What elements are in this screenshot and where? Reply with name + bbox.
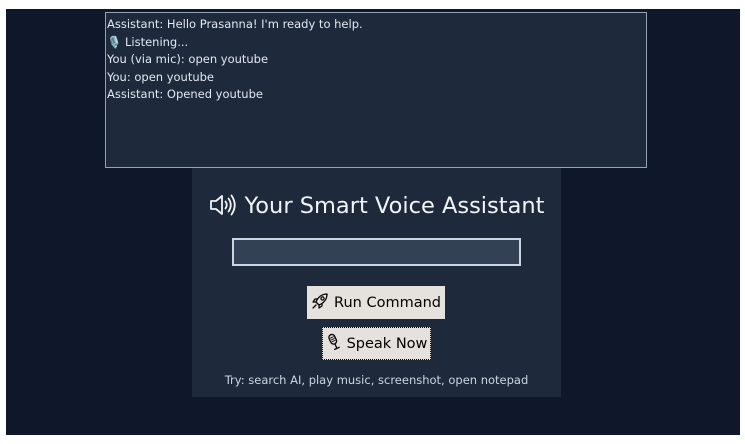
- hint-text: Try: search AI, play music, screenshot, …: [224, 373, 529, 387]
- log-line: 🎙️ Listening...: [107, 34, 189, 49]
- page-title-text: Your Smart Voice Assistant: [244, 193, 545, 219]
- conversation-log[interactable]: Assistant: Hello Prasanna! I'm ready to …: [105, 12, 647, 168]
- log-line: You: open youtube: [107, 69, 215, 84]
- run-command-label: Run Command: [334, 294, 441, 311]
- rocket-icon: [311, 292, 329, 314]
- log-line: Assistant: Hello Prasanna! I'm ready to …: [107, 17, 363, 31]
- speak-now-button[interactable]: Speak Now: [322, 327, 431, 360]
- app-window: Assistant: Hello Prasanna! I'm ready to …: [6, 9, 740, 435]
- speak-now-label: Speak Now: [346, 335, 428, 352]
- speaker-icon: [209, 193, 237, 223]
- log-line: You (via mic): open youtube: [107, 52, 269, 66]
- command-input[interactable]: [232, 238, 521, 266]
- log-line: Assistant: Opened youtube: [107, 87, 263, 101]
- page-title: Your Smart Voice Assistant: [192, 193, 561, 223]
- run-command-button[interactable]: Run Command: [307, 286, 445, 319]
- assistant-panel: Your Smart Voice Assistant Run Command S…: [192, 168, 561, 397]
- microphone-icon: [326, 333, 342, 355]
